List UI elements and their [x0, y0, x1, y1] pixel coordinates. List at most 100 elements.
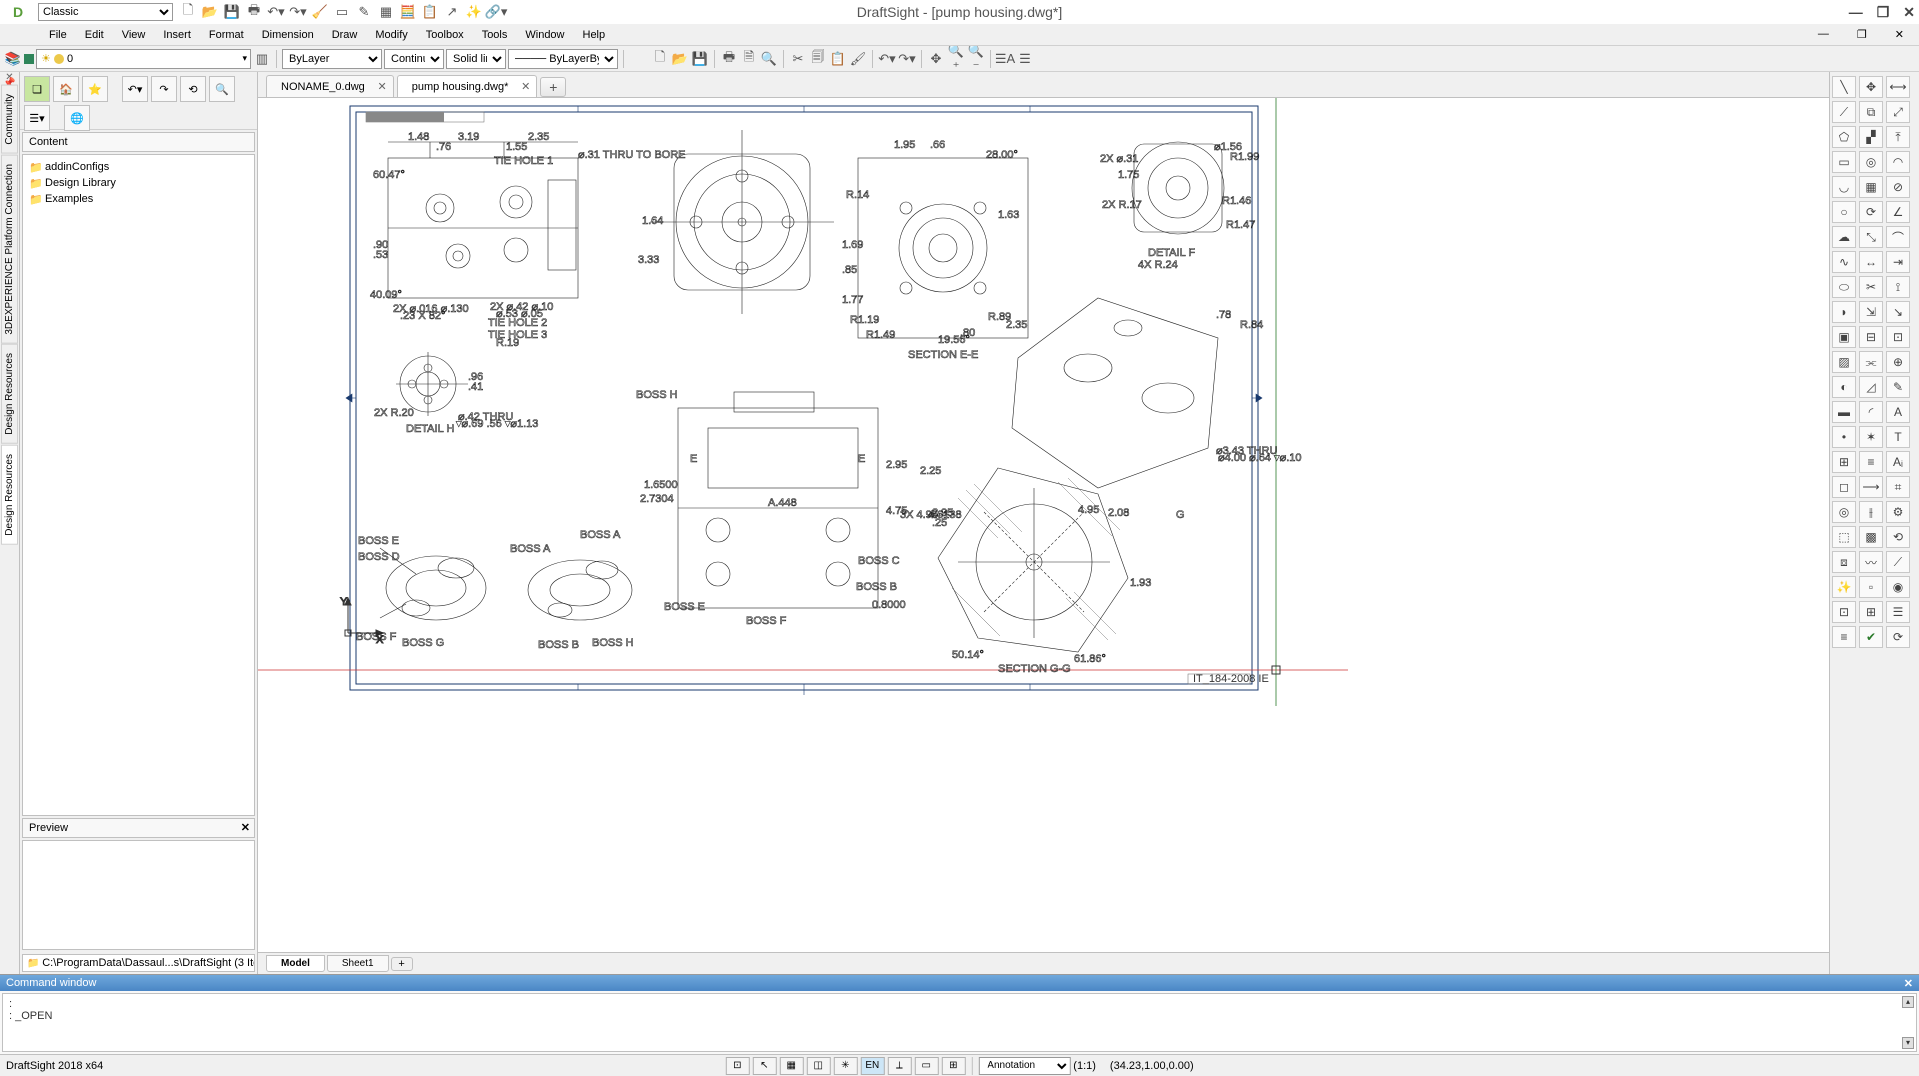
home-content-icon[interactable]: ❏: [24, 76, 50, 102]
copy2-icon[interactable]: ⧉: [1859, 101, 1883, 123]
revcloud-icon[interactable]: ☁: [1832, 226, 1856, 248]
mdi-close-icon[interactable]: ✕: [1886, 25, 1913, 44]
back-icon[interactable]: ↶▾: [122, 76, 148, 102]
model-toggle-icon[interactable]: ⊞: [941, 1057, 965, 1075]
point-icon[interactable]: •: [1832, 426, 1856, 448]
layers-icon[interactable]: ▥: [253, 50, 271, 68]
restore-icon[interactable]: ❐: [1877, 4, 1890, 21]
workspace-dropdown[interactable]: Classic: [38, 3, 173, 21]
menu-toolbox[interactable]: Toolbox: [417, 26, 473, 44]
lwt-toggle-icon[interactable]: ▭: [914, 1057, 938, 1075]
snap3-icon[interactable]: ☰: [1886, 601, 1910, 623]
dim-diameter-icon[interactable]: ⊘: [1886, 176, 1910, 198]
open-icon[interactable]: 📂: [201, 3, 219, 21]
favorite-icon[interactable]: ⭐: [82, 76, 108, 102]
edit-spline-icon[interactable]: 〰: [1859, 551, 1883, 573]
align-icon[interactable]: ≡: [1859, 451, 1883, 473]
dim-text-icon[interactable]: A: [1886, 401, 1910, 423]
save2-icon[interactable]: 💾: [691, 50, 709, 68]
mirror-icon[interactable]: ▞: [1859, 126, 1883, 148]
new2-icon[interactable]: 🗋: [651, 50, 669, 68]
stretch-icon[interactable]: ↔: [1859, 251, 1883, 273]
erase-icon[interactable]: 🧹: [311, 3, 329, 21]
break-icon[interactable]: ⊟: [1859, 326, 1883, 348]
menu-format[interactable]: Format: [200, 26, 253, 44]
menu-modify[interactable]: Modify: [366, 26, 416, 44]
pencil-icon[interactable]: ✎: [355, 3, 373, 21]
color-swatch-icon[interactable]: [24, 54, 34, 64]
render-icon[interactable]: ◉: [1886, 576, 1910, 598]
close-icon[interactable]: ✕: [1903, 4, 1915, 21]
osnap-toggle-icon[interactable]: EN: [860, 1057, 884, 1075]
snap1-icon[interactable]: ⊡: [1832, 601, 1856, 623]
print-icon[interactable]: 🖶: [245, 3, 263, 21]
ellipse-icon[interactable]: ⬭: [1832, 276, 1856, 298]
line-icon[interactable]: ╲: [1832, 76, 1856, 98]
content-tree[interactable]: addinConfigs Design Library Examples: [22, 154, 255, 816]
dim-baseline-icon[interactable]: ⟟: [1886, 276, 1910, 298]
tree-item-design-library[interactable]: Design Library: [27, 175, 250, 191]
command-input[interactable]: : : _OPEN ▴▾: [2, 993, 1917, 1052]
redo-icon[interactable]: ↷▾: [289, 3, 307, 21]
block-icon[interactable]: ▣: [1832, 326, 1856, 348]
snap2-icon[interactable]: ⊞: [1859, 601, 1883, 623]
polar-toggle-icon[interactable]: ✳: [833, 1057, 857, 1075]
print2-icon[interactable]: 🖶: [720, 50, 738, 68]
mdi-restore-icon[interactable]: ❐: [1848, 25, 1876, 44]
dim-linear-icon[interactable]: ⟷: [1886, 76, 1910, 98]
web-icon[interactable]: 🌐: [64, 105, 90, 131]
gradient-icon[interactable]: ◐: [1832, 376, 1856, 398]
mdi-min-icon[interactable]: —: [1809, 25, 1838, 44]
dim-style-icon[interactable]: ⚙: [1886, 501, 1910, 523]
cmd-close-icon[interactable]: ✕: [1904, 977, 1913, 990]
dim-edit-icon[interactable]: ✎: [1886, 376, 1910, 398]
vtab-community[interactable]: Community: [1, 85, 18, 154]
dim-oblique-icon[interactable]: ⟋: [1886, 551, 1910, 573]
xline-icon[interactable]: ⟋: [1832, 101, 1856, 123]
check-icon[interactable]: ✔: [1859, 626, 1883, 648]
rotate-icon[interactable]: ⟳: [1859, 201, 1883, 223]
drawing-canvas[interactable]: IT_184-2008 IE YX: [258, 98, 1829, 952]
offset-icon[interactable]: ◎: [1859, 151, 1883, 173]
dim-aligned-icon[interactable]: ⤢: [1886, 101, 1910, 123]
undo2-icon[interactable]: ↶▾: [878, 50, 896, 68]
move-icon[interactable]: ✥: [1859, 76, 1883, 98]
magic-icon[interactable]: ✨: [465, 3, 483, 21]
paste-icon[interactable]: 📋: [829, 50, 847, 68]
home-icon[interactable]: 🏠: [53, 76, 79, 102]
circle-icon[interactable]: ○: [1832, 201, 1856, 223]
cmd-scrollbar[interactable]: ▴▾: [1902, 996, 1914, 1049]
donut-icon[interactable]: ◎: [1832, 501, 1856, 523]
table-icon[interactable]: ⊞: [1832, 451, 1856, 473]
hatch-icon[interactable]: ▨: [1832, 351, 1856, 373]
minimize-icon[interactable]: —: [1849, 4, 1863, 21]
fillet-icon[interactable]: ◜: [1859, 401, 1883, 423]
up-icon[interactable]: ⟲: [180, 76, 206, 102]
join-icon[interactable]: ⫘: [1859, 351, 1883, 373]
rectangle-icon[interactable]: ▭: [1832, 151, 1856, 173]
lengthen-icon[interactable]: ⟶: [1859, 476, 1883, 498]
props-icon[interactable]: ☰A: [996, 50, 1014, 68]
copy-icon[interactable]: 🗐: [809, 50, 827, 68]
ortho-toggle-icon[interactable]: ◫: [806, 1057, 830, 1075]
tolerance-icon[interactable]: ⊡: [1886, 326, 1910, 348]
explode-icon[interactable]: ✶: [1859, 426, 1883, 448]
menu-help[interactable]: Help: [574, 26, 615, 44]
dim-angular-icon[interactable]: ∠: [1886, 201, 1910, 223]
menu-draw[interactable]: Draw: [323, 26, 367, 44]
snap4-icon[interactable]: ≡: [1832, 626, 1856, 648]
polygon-icon[interactable]: ⬠: [1832, 126, 1856, 148]
array-icon[interactable]: ▦: [1859, 176, 1883, 198]
new-tab-button[interactable]: +: [540, 77, 566, 97]
new-icon[interactable]: 🗋: [179, 3, 197, 21]
snap-toggle-icon[interactable]: ⊡: [725, 1057, 749, 1075]
leader-icon[interactable]: ↘: [1886, 301, 1910, 323]
annotation-scale-select[interactable]: Annotation: [978, 1057, 1070, 1075]
dim-update-icon[interactable]: ⟲: [1886, 526, 1910, 548]
grid-toggle-icon[interactable]: ▦: [779, 1057, 803, 1075]
find-icon[interactable]: 🔍: [760, 50, 778, 68]
pan-icon[interactable]: ✥: [927, 50, 945, 68]
extend-icon[interactable]: ⇲: [1859, 301, 1883, 323]
model-tab[interactable]: Model: [266, 955, 325, 972]
tree-item-addinconfigs[interactable]: addinConfigs: [27, 159, 250, 175]
